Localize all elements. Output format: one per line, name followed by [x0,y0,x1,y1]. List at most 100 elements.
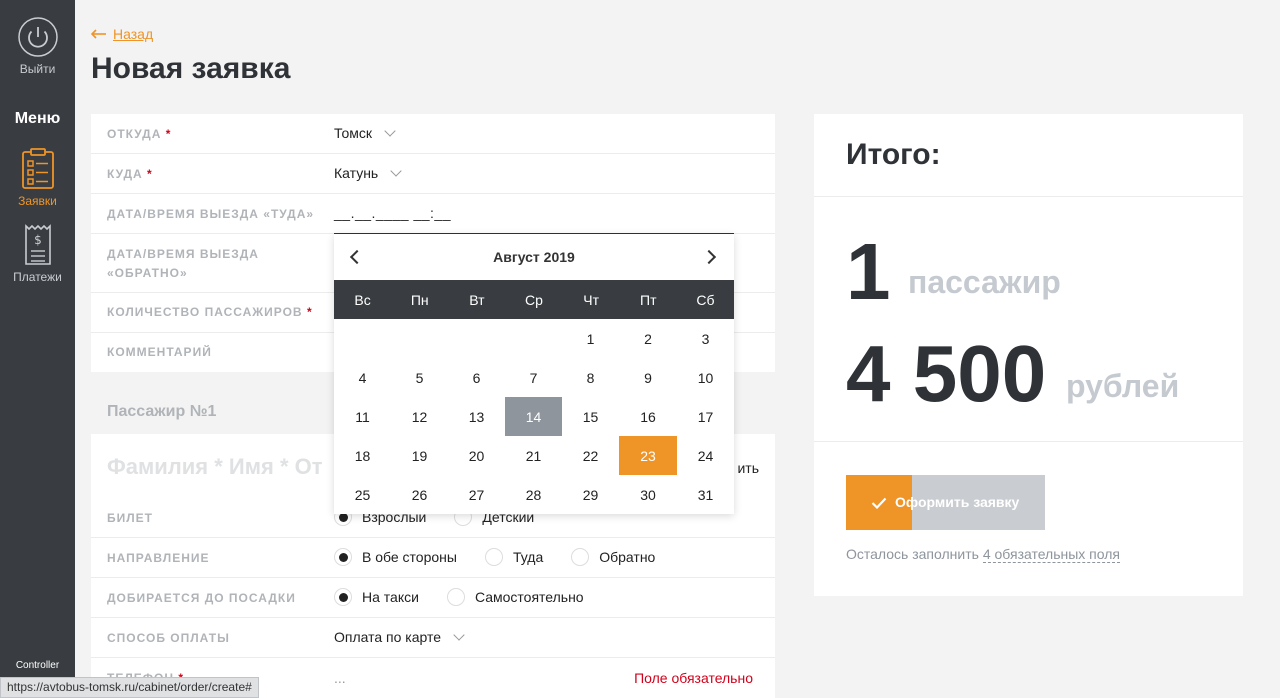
to-select[interactable]: Катунь [334,165,402,181]
svg-text:$: $ [34,233,42,247]
calendar-day-today[interactable]: 14 [505,397,562,436]
back-link[interactable]: Назад [91,26,153,42]
calendar-next-button[interactable] [701,247,722,267]
direction-both-radio[interactable]: В обе стороны [334,548,457,566]
calendar-day[interactable]: 30 [619,475,677,514]
radio-label: Самостоятельно [474,589,584,605]
required-mark: * [147,167,153,181]
calendar-day[interactable]: 18 [334,436,391,475]
remaining-fields-link[interactable]: 4 обязательных поля [982,546,1120,563]
arrival-taxi-radio[interactable]: На такси [334,588,419,606]
from-select[interactable]: Томск [334,125,396,141]
calendar-day[interactable]: 5 [391,358,448,397]
direction-row: НАПРАВЛЕНИЕ В обе стороны Туда Обратно [91,538,775,578]
submit-order-label: Оформить заявку [895,494,1020,510]
calendar-day[interactable]: 28 [505,475,562,514]
calendar-day[interactable]: 1 [562,319,619,358]
from-row: ОТКУДА * Томск [91,114,775,154]
chevron-down-icon [453,629,465,641]
page-title: Новая заявка [91,52,291,85]
from-value: Томск [334,125,372,141]
name-input[interactable]: Фамилия * Имя * От [107,454,323,480]
calendar-day[interactable]: 8 [562,358,619,397]
direction-back-radio[interactable]: Обратно [571,548,655,566]
calendar-day[interactable]: 27 [448,475,505,514]
calendar-day-selected[interactable]: 23 [619,436,677,475]
calendar-weekdays: Вс Пн Вт Ср Чт Пт Сб [334,280,734,319]
chevron-down-icon [390,165,402,177]
weekday-label: Сб [696,291,715,308]
calendar-day[interactable]: 19 [391,436,448,475]
to-value: Катунь [334,165,379,181]
calendar-day[interactable]: 21 [505,436,562,475]
weekday-label: Вт [469,291,485,308]
radio-label: В обе стороны [362,549,457,565]
weekday-label: Пт [640,291,657,308]
passengers-unit: пассажир [908,264,1061,300]
radio-dot [571,548,590,566]
payment-value: Оплата по карте [334,629,442,645]
phone-input[interactable]: ... [334,670,346,686]
calendar-day[interactable]: 22 [562,436,619,475]
direction-label: НАПРАВЛЕНИЕ [107,551,210,565]
calendar-day[interactable]: 9 [619,358,677,397]
calendar-blank [391,319,448,358]
chevron-left-icon [349,249,365,265]
passenger-action-link[interactable]: ить [737,460,759,476]
calendar-day[interactable]: 16 [619,397,677,436]
calendar-day[interactable]: 12 [391,397,448,436]
depart-label: ДАТА/ВРЕМЯ ВЫЕЗДА «ТУДА» [107,207,315,221]
payment-select[interactable]: Оплата по карте [334,629,465,645]
calendar-day[interactable]: 4 [334,358,391,397]
calendar-day[interactable]: 10 [677,358,734,397]
calendar-day[interactable]: 13 [448,397,505,436]
sidebar-item-orders[interactable]: Заявки [0,148,75,208]
calendar-day[interactable]: 24 [677,436,734,475]
direction-there-radio[interactable]: Туда [484,548,544,566]
required-mark: * [165,127,172,141]
calendar-day[interactable]: 11 [334,397,391,436]
calendar-day[interactable]: 17 [677,397,734,436]
calendar-day[interactable]: 25 [334,475,391,514]
calendar-day[interactable]: 31 [677,475,734,514]
radio-label: На такси [362,589,419,605]
calendar-days: 1 2 3 4 5 6 7 8 9 10 11 12 13 14 15 16 17 18 19 20 21 22 23 24 2… [334,319,734,514]
calendar-blank [505,319,562,358]
summary-panel: Итого: 1 пассажир 4 500 рублей Оформить … [814,114,1243,596]
depart-datetime-input[interactable]: __.__.____ __:__ [334,194,734,234]
weekday-label: Ср [525,291,543,308]
calendar-day[interactable]: 26 [391,475,448,514]
radio-label: Туда [512,549,544,565]
calendar-prev-button[interactable] [346,247,366,267]
arrival-self-radio[interactable]: Самостоятельно [446,588,584,606]
arrival-row: ДОБИРАЕТСЯ ДО ПОСАДКИ На такси Самостоят… [91,578,775,618]
calendar-day[interactable]: 7 [505,358,562,397]
payment-label: СПОСОБ ОПЛАТЫ [107,631,230,645]
logout-label: Выйти [19,62,56,76]
logout-button[interactable]: Выйти [0,16,75,76]
calendar-day[interactable]: 15 [562,397,619,436]
to-label: КУДА [107,167,143,181]
depart-row: ДАТА/ВРЕМЯ ВЫЕЗДА «ТУДА» __.__.____ __:_… [91,194,775,234]
radio-label: Обратно [599,549,656,565]
remaining-text: Осталось заполнить [846,546,979,562]
calendar-day[interactable]: 3 [677,319,734,358]
passengers-count: 1 [846,227,891,316]
submit-order-button[interactable]: Оформить заявку [846,475,1045,530]
controller-label: Controller [15,660,60,671]
chevron-right-icon [701,249,717,265]
sidebar-item-orders-label: Заявки [18,194,57,208]
calendar-day[interactable]: 2 [619,319,677,358]
calendar-day[interactable]: 29 [562,475,619,514]
divider [814,441,1243,442]
calendar-day[interactable]: 20 [448,436,505,475]
radio-dot [334,548,352,566]
radio-dot [334,588,352,606]
browser-status-url: https://avtobus-tomsk.ru/cabinet/order/c… [0,677,259,698]
weekday-label: Чт [583,291,599,308]
calendar-day[interactable]: 6 [448,358,505,397]
arrival-label: ДОБИРАЕТСЯ ДО ПОСАДКИ [107,591,296,605]
divider [814,196,1243,197]
return-label-line1: ДАТА/ВРЕМЯ ВЫЕЗДА [107,247,259,261]
sidebar-item-payments[interactable]: $ Платежи [0,224,75,284]
